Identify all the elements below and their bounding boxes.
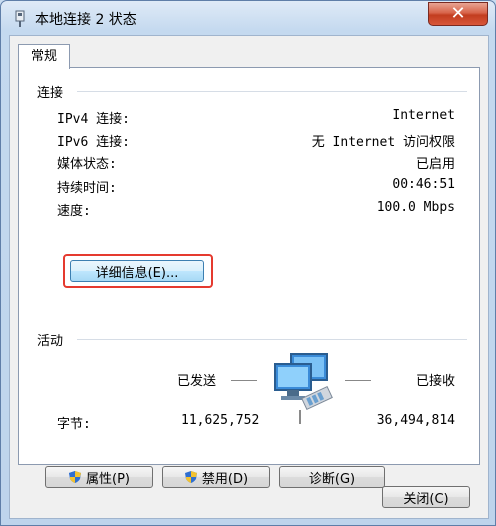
sent-label: 已发送 xyxy=(177,374,217,389)
ipv6-label: IPv6 连接: xyxy=(57,135,130,150)
received-label: 已接收 xyxy=(415,374,455,389)
disable-button[interactable]: 禁用(D) xyxy=(162,466,270,488)
duration-label: 持续时间: xyxy=(57,181,117,196)
close-button[interactable]: 关闭(C) xyxy=(382,486,470,508)
speed-label: 速度: xyxy=(57,204,91,219)
window-title: 本地连接 2 状态 xyxy=(35,12,137,28)
network-adapter-icon xyxy=(15,10,25,27)
diagnose-button[interactable]: 诊断(G) xyxy=(279,466,385,488)
ipv4-value: Internet xyxy=(392,108,455,123)
ipv6-value: 无 Internet 访问权限 xyxy=(311,135,455,150)
activity-section-title: 活动 xyxy=(37,334,64,349)
duration-value: 00:46:51 xyxy=(392,177,455,192)
properties-label: 属性(P) xyxy=(86,471,130,487)
details-highlight: 详细信息(E)... xyxy=(63,254,213,288)
bytes-sent-value: 11,625,752 xyxy=(181,413,260,428)
title-bar[interactable]: 本地连接 2 状态 ✕ xyxy=(1,1,495,35)
media-state-label: 媒体状态: xyxy=(57,157,117,172)
activity-divider xyxy=(77,339,467,340)
general-panel: 连接 IPv4 连接: Internet IPv6 连接: 无 Internet… xyxy=(18,67,480,488)
properties-button[interactable]: 属性(P) xyxy=(45,466,153,488)
received-dash xyxy=(345,380,371,381)
media-state-value: 已启用 xyxy=(415,157,455,172)
ipv4-label: IPv4 连接: xyxy=(57,112,130,127)
bytes-label: 字节: xyxy=(57,417,91,432)
dialog-client: 常规 连接 IPv4 连接: Internet IPv6 连接: 无 Inter… xyxy=(9,35,489,519)
details-button[interactable]: 详细信息(E)... xyxy=(70,260,204,282)
uac-shield-icon xyxy=(184,471,197,483)
disable-label: 禁用(D) xyxy=(201,471,249,487)
network-computers-icon xyxy=(274,353,333,424)
bytes-received-value: 36,494,814 xyxy=(376,413,455,428)
sent-dash xyxy=(231,380,257,381)
close-window-button[interactable]: ✕ xyxy=(428,2,488,26)
close-icon: ✕ xyxy=(450,3,466,24)
speed-value: 100.0 Mbps xyxy=(376,200,455,215)
tab-general[interactable]: 常规 xyxy=(18,44,71,69)
uac-shield-icon xyxy=(69,471,81,483)
connection-divider xyxy=(77,91,467,92)
window: 本地连接 2 状态 ✕ 常规 连接 IPv4 连接: Internet IPv6… xyxy=(0,0,496,526)
connection-section-title: 连接 xyxy=(37,86,64,101)
